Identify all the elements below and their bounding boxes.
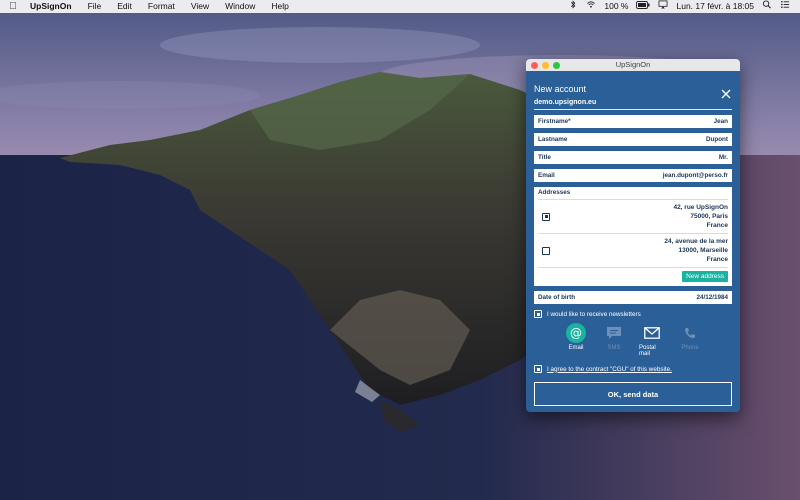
email-field[interactable]: Email jean.dupont@perso.fr <box>534 169 732 182</box>
menubar-datetime[interactable]: Lun. 17 févr. à 18:05 <box>676 0 754 13</box>
menu-bar:  UpSignOn File Edit Format View Window … <box>0 0 800 13</box>
address-option[interactable]: 42, rue UpSignOn 75000, Paris France <box>538 199 728 233</box>
lastname-value[interactable]: Dupont <box>706 136 728 143</box>
page-title: New account <box>534 84 587 94</box>
birthdate-field[interactable]: Date of birth 24/12/1984 <box>534 291 732 304</box>
address-text: 24, avenue de la mer 13000, Marseille Fr… <box>664 237 728 264</box>
upsignon-window: UpSignOn New account demo.upsignon.eu Fi… <box>526 59 740 412</box>
firstname-label: Firstname* <box>538 118 571 125</box>
address-line: France <box>706 222 728 229</box>
battery-percentage[interactable]: 100 % <box>604 0 628 13</box>
wifi-icon[interactable] <box>586 0 596 13</box>
close-icon[interactable] <box>720 87 732 99</box>
email-label: Email <box>538 172 555 179</box>
new-account-form: New account demo.upsignon.eu Firstname* … <box>526 84 740 406</box>
window-title: UpSignOn <box>615 60 651 69</box>
airplay-icon[interactable] <box>658 0 668 13</box>
newsletter-checkbox[interactable] <box>534 310 542 318</box>
cgu-row[interactable]: I agree to the contract "CGU" of this we… <box>534 365 732 373</box>
bluetooth-icon[interactable] <box>568 0 578 13</box>
at-icon[interactable]: @ <box>566 323 586 343</box>
apple-icon[interactable]:  <box>0 0 26 13</box>
lastname-label: Lastname <box>538 136 568 143</box>
address-radio-selected[interactable] <box>542 212 550 221</box>
domain-label: demo.upsignon.eu <box>534 99 597 106</box>
address-line: 24, avenue de la mer <box>664 238 728 245</box>
menu-edit[interactable]: Edit <box>109 0 140 13</box>
svg-text:@: @ <box>570 326 582 340</box>
address-radio[interactable] <box>542 246 550 255</box>
newsletter-label: I would like to receive newsletters <box>547 310 641 318</box>
addresses-section: Addresses 42, rue UpSignOn 75000, Paris … <box>534 187 732 286</box>
submit-button[interactable]: OK, send data <box>534 382 732 406</box>
address-text: 42, rue UpSignOn 75000, Paris France <box>673 203 728 230</box>
email-value[interactable]: jean.dupont@perso.fr <box>663 172 728 179</box>
new-address-button[interactable]: New address <box>682 271 728 282</box>
channel-postal[interactable]: Postal mail <box>639 323 665 357</box>
menu-help[interactable]: Help <box>263 0 296 13</box>
address-line: 75000, Paris <box>690 213 728 220</box>
channel-postal-label: Postal mail <box>639 345 656 357</box>
notification-center-icon[interactable] <box>780 0 790 13</box>
menu-app-name[interactable]: UpSignOn <box>26 0 80 13</box>
menu-format[interactable]: Format <box>140 0 183 13</box>
menu-window[interactable]: Window <box>217 0 263 13</box>
channel-sms[interactable]: SMS <box>601 323 627 357</box>
envelope-icon[interactable] <box>642 323 662 343</box>
cgu-checkbox[interactable] <box>534 365 542 373</box>
channel-phone[interactable]: Phone <box>677 323 703 357</box>
spotlight-search-icon[interactable] <box>762 0 772 13</box>
channel-phone-label: Phone <box>681 345 699 351</box>
channel-sms-label: SMS <box>607 345 621 351</box>
battery-icon[interactable] <box>636 0 650 13</box>
birthdate-value[interactable]: 24/12/1984 <box>696 294 728 301</box>
address-line: 42, rue UpSignOn <box>673 204 728 211</box>
birthdate-label: Date of birth <box>538 294 576 301</box>
newsletter-row[interactable]: I would like to receive newsletters <box>534 310 732 318</box>
channel-email[interactable]: @ Email <box>563 323 589 357</box>
phone-icon[interactable] <box>680 323 700 343</box>
menu-view[interactable]: View <box>183 0 217 13</box>
title-value[interactable]: Mr. <box>719 154 728 161</box>
menubar-status-area: 100 % Lun. 17 févr. à 18:05 <box>568 0 800 13</box>
menu-file[interactable]: File <box>80 0 110 13</box>
sms-icon[interactable] <box>604 323 624 343</box>
cgu-link[interactable]: I agree to the contract "CGU" of this we… <box>547 366 672 373</box>
title-field[interactable]: Title Mr. <box>534 151 732 164</box>
lastname-field[interactable]: Lastname Dupont <box>534 133 732 146</box>
newsletter-channels: @ Email SMS Postal mail Phone <box>534 323 732 357</box>
new-address-row: New address <box>538 267 728 282</box>
address-option[interactable]: 24, avenue de la mer 13000, Marseille Fr… <box>538 233 728 267</box>
title-label: Title <box>538 154 551 161</box>
address-line: France <box>706 256 728 263</box>
channel-email-label: Email <box>568 345 584 351</box>
addresses-label: Addresses <box>538 189 571 196</box>
firstname-value[interactable]: Jean <box>714 118 728 125</box>
address-line: 13000, Marseille <box>678 247 728 254</box>
firstname-field[interactable]: Firstname* Jean <box>534 115 732 128</box>
window-titlebar[interactable]: UpSignOn <box>526 59 740 71</box>
divider <box>534 109 732 110</box>
